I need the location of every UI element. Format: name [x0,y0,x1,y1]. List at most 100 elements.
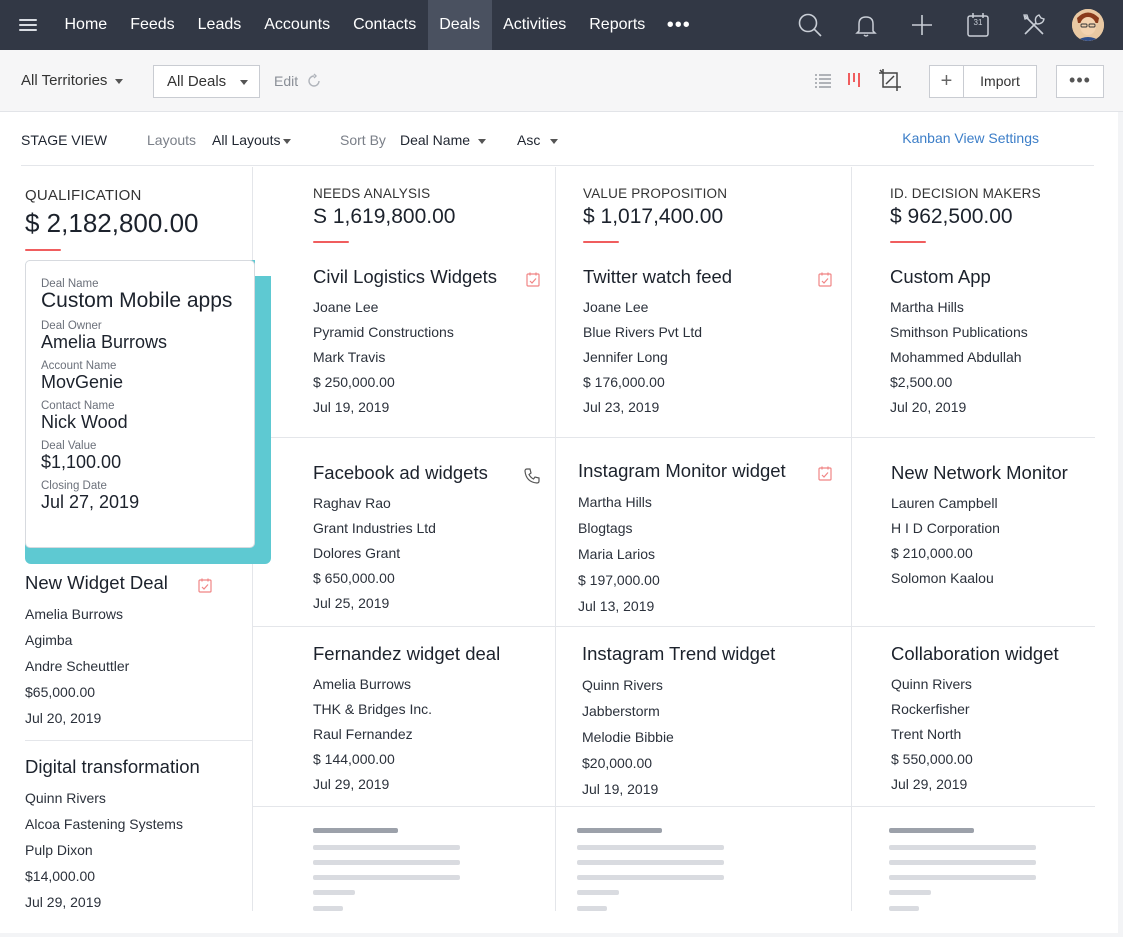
stage-amount: $ 2,182,800.00 [25,208,199,238]
closing-date: Jul 25, 2019 [313,595,390,611]
calendar-day: 31 [973,18,983,27]
order-value: Asc [517,132,541,148]
layouts-dropdown[interactable]: All Layouts [212,132,292,148]
nav-more-button[interactable]: ••• [657,14,691,37]
deal-filter-select[interactable]: All Deals [153,65,260,98]
plus-icon[interactable] [894,0,950,50]
deal-amount: $ 176,000.00 [583,374,665,390]
deal-owner: Quinn Rivers [891,676,972,692]
order-dropdown[interactable]: Asc [517,132,559,148]
territory-label: All Territories [21,72,108,89]
account-name: Jabberstorm [582,703,660,719]
contact-name: Maria Larios [578,546,656,562]
deal-owner: Martha Hills [578,494,652,510]
nav-reports[interactable]: Reports [578,0,657,50]
stage-underline [890,241,926,243]
chart-view-icon[interactable] [878,68,902,92]
contact-name: Dolores Grant [313,545,401,561]
task-icon[interactable] [818,272,832,287]
deal-card[interactable]: Fernandez widget deal Amelia Burrows THK… [313,643,543,797]
account-name: Agimba [25,632,73,648]
deal-title: Collaboration widget [891,643,1059,664]
closing-date: Jul 20, 2019 [890,399,967,415]
import-button[interactable]: + Import [929,65,1037,98]
deal-card[interactable]: Twitter watch feed Joane Lee Blue Rivers… [583,266,833,420]
account-name: Grant Industries Ltd [313,520,436,536]
row-divider [252,437,1095,438]
import-label[interactable]: Import [964,66,1036,97]
list-view-icon[interactable] [814,72,832,88]
nav-leads[interactable]: Leads [186,0,253,50]
stage-name: NEEDS ANALYSIS [313,186,431,201]
deal-title: Instagram Monitor widget [578,460,786,481]
deal-owner: Joane Lee [583,299,649,315]
task-icon[interactable] [198,578,212,593]
closing-date: Jul 23, 2019 [583,399,660,415]
deal-card[interactable]: Instagram Monitor widget Martha Hills Bl… [578,460,833,619]
nav-contacts[interactable]: Contacts [342,0,428,50]
deal-title: New Widget Deal [25,572,168,593]
task-icon[interactable] [818,466,832,481]
deal-detail-card[interactable]: Deal Name Custom Mobile apps Deal Owner … [25,260,255,548]
highlighted-deal-card[interactable]: Deal Name Custom Mobile apps Deal Owner … [25,260,271,564]
nav-feeds[interactable]: Feeds [119,0,186,50]
row-divider [252,626,1095,627]
deal-card[interactable]: New Network Monitor Lauren Campbell H I … [891,462,1091,591]
kanban-view-icon[interactable] [846,72,864,88]
deal-owner: Lauren Campbell [891,495,998,511]
stage-header-value-proposition: VALUE PROPOSITION $ 1,017,400.00 [583,186,727,243]
deal-card[interactable]: Civil Logistics Widgets Joane Lee Pyrami… [313,266,543,420]
deal-owner: Quinn Rivers [582,677,663,693]
sortby-dropdown[interactable]: Deal Name [400,132,487,148]
more-options-button[interactable]: ••• [1056,65,1104,98]
nav-accounts[interactable]: Accounts [253,0,342,50]
contact-name: Mark Travis [313,349,386,365]
closing-date: Jul 19, 2019 [313,399,390,415]
menu-icon[interactable] [19,19,37,31]
deal-card[interactable]: New Widget Deal Amelia Burrows Agimba An… [25,572,215,731]
phone-icon[interactable] [524,468,540,484]
stage-underline [25,249,61,251]
contact-name: Nick Wood [41,412,128,432]
closing-date: Jul 13, 2019 [578,598,655,614]
contact-name: Jennifer Long [583,349,668,365]
bell-icon[interactable] [838,0,894,50]
account-name: Pyramid Constructions [313,324,454,340]
avatar[interactable] [1072,9,1104,41]
kanban-view-settings-link[interactable]: Kanban View Settings [902,130,1039,146]
deal-amount: $ 210,000.00 [891,545,973,561]
nav-deals[interactable]: Deals [427,0,492,50]
stage-name: VALUE PROPOSITION [583,186,728,201]
stage-amount: $ 1,017,400.00 [583,205,724,228]
closing-date: Jul 29, 2019 [25,894,102,910]
tools-icon[interactable] [1006,0,1062,50]
chevron-down-icon [240,80,248,85]
task-icon[interactable] [526,272,540,287]
account-name: Blue Rivers Pvt Ltd [583,324,703,340]
search-icon[interactable] [782,0,838,50]
account-name: Smithson Publications [890,324,1028,340]
deal-card[interactable]: Digital transformation Quinn Rivers Alco… [25,756,245,915]
account-name: MovGenie [41,372,124,392]
territory-dropdown[interactable]: All Territories [21,72,124,89]
edit-label: Edit [274,73,299,89]
refresh-icon [308,73,320,87]
calendar-icon[interactable]: 31 [950,0,1006,50]
plus-icon[interactable]: + [930,66,964,97]
nav-activities[interactable]: Activities [492,0,578,50]
contact-name: Andre Scheuttler [25,658,130,674]
column-divider [851,167,852,911]
deal-card[interactable]: Custom App Martha Hills Smithson Publica… [890,266,1090,420]
deal-amount: $20,000.00 [582,755,653,771]
nav-home[interactable]: Home [53,0,119,50]
edit-filter-button[interactable]: Edit [274,73,322,89]
account-name: Alcoa Fastening Systems [25,816,183,832]
deal-owner: Amelia Burrows [41,332,168,352]
row-divider [252,806,1095,807]
deal-card[interactable]: Facebook ad widgets Raghav Rao Grant Ind… [313,462,543,616]
closing-date: Jul 29, 2019 [891,776,968,792]
deal-card[interactable]: Collaboration widget Quinn Rivers Rocker… [891,643,1091,797]
column-divider [555,167,556,911]
deal-card[interactable]: Instagram Trend widget Quinn Rivers Jabb… [582,643,832,802]
chevron-down-icon [283,138,292,144]
